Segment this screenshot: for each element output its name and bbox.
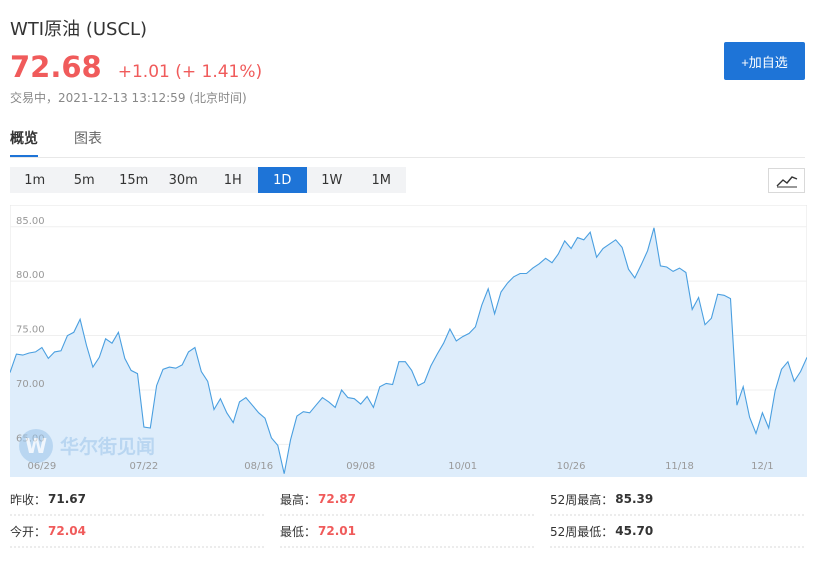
stat-prev-close: 昨收： 71.67 [10, 483, 86, 515]
line-chart-icon [776, 175, 797, 187]
x-tick-label: 10/01 [448, 461, 477, 472]
stat-52w-low: 52周最低： 45.70 [550, 515, 653, 547]
stat-label: 52周最低： [550, 524, 614, 539]
period-1d[interactable]: 1D [257, 167, 307, 193]
stat-value: 71.67 [48, 492, 86, 506]
stats-table: 昨收： 71.67 最高： 72.87 52周最高： 85.39 今开： 72.04 最… [10, 483, 805, 547]
stats-row: 昨收： 71.67 最高： 72.87 52周最高： 85.39 [10, 483, 805, 515]
x-tick-label: 09/08 [346, 461, 375, 472]
x-tick-label: 11/18 [665, 461, 694, 472]
y-tick-label: 75.00 [16, 325, 45, 336]
stat-value: 72.04 [48, 524, 86, 538]
stat-low: 最低： 72.01 [280, 515, 356, 547]
stat-label: 今开： [10, 524, 47, 539]
y-tick-label: 70.00 [16, 379, 45, 390]
stat-value: 85.39 [615, 492, 654, 506]
period-1w[interactable]: 1W [307, 167, 357, 193]
last-price: 72.68 [10, 50, 102, 84]
tab-overview[interactable]: 概览 [10, 128, 38, 158]
stat-label: 52周最高： [550, 492, 614, 507]
period-1m[interactable]: 1m [10, 167, 60, 193]
stat-value: 72.01 [318, 524, 356, 538]
stats-row: 今开： 72.04 最低： 72.01 52周最低： 45.70 [10, 515, 805, 547]
y-tick-label: 85.00 [16, 216, 45, 227]
period-1mo[interactable]: 1M [357, 167, 407, 193]
chart-type-button[interactable] [768, 168, 805, 193]
x-tick-label: 12/1 [751, 461, 773, 472]
period-30m[interactable]: 30m [159, 167, 209, 193]
stat-label: 最高： [280, 492, 317, 507]
x-tick-label: 06/29 [27, 461, 56, 472]
period-selector: 1m 5m 15m 30m 1H 1D 1W 1M [10, 167, 406, 193]
trading-status: 交易中，2021-12-13 13:12:59 (北京时间) [10, 91, 247, 105]
stat-open: 今开： 72.04 [10, 515, 86, 547]
price-row: 72.68 +1.01 (+ 1.41%) [10, 50, 262, 86]
watermark-text: 华尔街见闻 [60, 435, 155, 458]
stat-label: 最低： [280, 524, 317, 539]
watermark-logo-letter: W [25, 434, 47, 458]
period-5m[interactable]: 5m [60, 167, 110, 193]
stat-high: 最高： 72.87 [280, 483, 356, 515]
stat-value: 45.70 [615, 524, 654, 538]
stat-52w-high: 52周最高： 85.39 [550, 483, 653, 515]
price-chart[interactable]: 65.0070.0075.0080.0085.00 06/2907/2208/1… [10, 205, 807, 477]
x-tick-label: 07/22 [129, 461, 158, 472]
instrument-title: WTI原油 (USCL) [10, 19, 148, 40]
period-15m[interactable]: 15m [109, 167, 159, 193]
add-to-watchlist-button[interactable]: +加自选 [724, 42, 805, 80]
tab-bar: 概览 图表 [10, 128, 805, 158]
tab-chart[interactable]: 图表 [74, 128, 102, 158]
x-tick-label: 08/16 [244, 461, 273, 472]
period-1h[interactable]: 1H [208, 167, 258, 193]
price-change: +1.01 (+ 1.41%) [117, 62, 263, 82]
y-tick-label: 80.00 [16, 270, 45, 281]
price-chart-svg: 65.0070.0075.0080.0085.00 06/2907/2208/1… [10, 205, 807, 477]
stat-label: 昨收： [10, 492, 47, 507]
stat-value: 72.87 [318, 492, 356, 506]
x-tick-label: 10/26 [557, 461, 586, 472]
